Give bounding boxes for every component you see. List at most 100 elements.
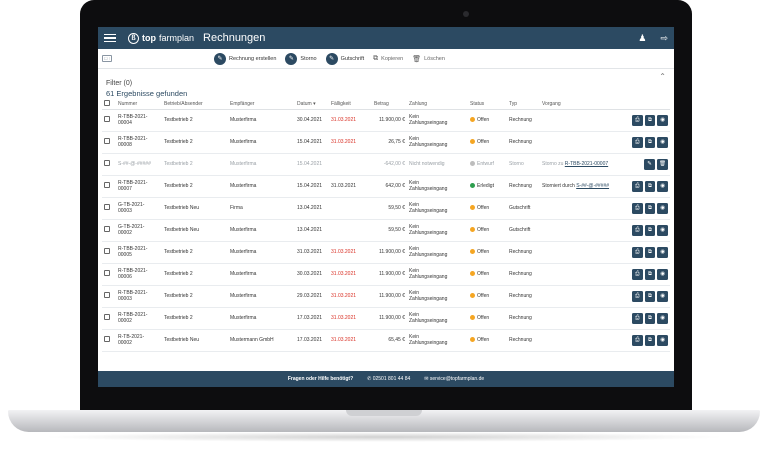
table-row[interactable]: G-TB-2021- 00002 Testbetrieb Neu Musterfirm… [102,219,670,242]
view-icon[interactable]: ◉ [657,114,668,126]
copy-icon[interactable]: ⧉ [644,224,656,236]
view-icon[interactable]: ◉ [657,180,668,192]
print-icon[interactable]: ⎙ [631,290,643,302]
col-faelligkeit[interactable]: Fälligkeit [329,100,372,110]
table-row[interactable]: R-TBB-2021- 00005 Testbetrieb 2 Musterfirma… [102,241,670,264]
row-actions: ⎙ ⧉ ◉ [630,329,670,352]
print-icon[interactable]: ⎙ [631,224,643,236]
copy-icon[interactable]: ⧉ [644,114,656,126]
view-icon[interactable]: ◉ [657,202,668,214]
delete-button[interactable]: 🗑 Löschen [412,55,445,63]
row-checkbox[interactable] [104,181,110,188]
logout-icon[interactable]: ⇨ [660,33,668,44]
trash-icon[interactable]: 🗑 [657,158,668,170]
credit-note-button[interactable]: ✎ Gutschrift [325,52,365,65]
view-icon[interactable]: ◉ [657,268,668,280]
status-dot [470,139,475,145]
table-row[interactable]: R-TB-2021- 00002 Testbetrieb Neu Mustermann… [102,329,670,352]
row-checkbox[interactable] [104,335,110,342]
cell-nummer: G-TB-2021- 00003 [116,197,162,220]
status-dot [470,161,475,167]
view-icon[interactable]: ◉ [657,334,668,346]
row-checkbox[interactable] [104,291,110,298]
linked-document-link[interactable]: R-TBB-2021-00007 [565,161,608,167]
copy-icon[interactable]: ⧉ [644,136,656,148]
view-icon[interactable]: ◉ [657,224,668,236]
col-status[interactable]: Status [468,100,507,110]
table-row[interactable]: R-TBB-2021- 00007 Testbetrieb 2 Musterfirma… [102,175,670,198]
table-row[interactable]: R-TBB-2021- 00006 Testbetrieb 2 Musterfirma… [102,263,670,286]
app-logo[interactable]: ß top farmplan [128,32,194,44]
copy-icon[interactable]: ⧉ [644,180,656,192]
view-icon[interactable]: ◉ [657,136,668,148]
print-icon[interactable]: ⎙ [631,312,643,324]
status-dot [470,271,475,277]
cell-datum: 13.04.2021 [295,219,329,242]
col-empfaenger[interactable]: Empfänger [228,100,295,110]
table-row[interactable]: R-TBB-2021- 00003 Testbetrieb 2 Musterfirma… [102,285,670,308]
row-checkbox[interactable] [104,137,110,144]
print-icon[interactable]: ⎙ [631,114,643,126]
cell-status: Entwurf [468,153,507,176]
copy-icon[interactable]: ⧉ [644,202,656,214]
copy-icon[interactable]: ⧉ [644,290,656,302]
filter-toggle[interactable]: Filter (0) [106,80,132,87]
edit-icon[interactable]: ✎ [644,158,655,170]
view-icon[interactable]: ◉ [657,290,668,302]
copy-icon[interactable]: ⧉ [644,312,656,324]
col-betrieb[interactable]: Betrieb/Absender [162,100,228,110]
cell-betrag: 11.900,00 € [372,263,407,286]
select-all-toggle[interactable]: ☐ ⁝ [102,55,112,62]
row-checkbox[interactable] [104,313,110,320]
col-vorgang[interactable]: Vorgang [540,100,630,110]
chevron-up-icon[interactable]: ⌃ [659,72,666,81]
col-betrag[interactable]: Betrag [372,100,407,110]
table-row[interactable]: R-TBB-2021- 00004 Testbetrieb 2 Musterfirma… [102,109,670,132]
email-contact[interactable]: ✉ service@topfarmplan.de [424,376,484,382]
phone-icon: ✆ [367,376,372,382]
row-actions: ⎙ ⧉ ◉ [630,263,670,286]
row-checkbox[interactable] [104,269,110,276]
select-all-checkbox[interactable] [104,100,110,107]
menu-icon[interactable] [104,33,116,43]
storno-button[interactable]: ✎ Storno [285,52,317,65]
cell-status: Offen [468,329,507,352]
phone-contact[interactable]: ✆ 02501 801 44 84 [367,376,410,382]
view-icon[interactable]: ◉ [657,312,668,324]
row-checkbox[interactable] [104,115,110,122]
cell-typ: Rechnung [507,175,540,198]
print-icon[interactable]: ⎙ [631,136,643,148]
credit-note-label: Gutschrift [340,55,365,62]
cell-zahlung: Kein Zahlungseingang [407,285,468,308]
print-icon[interactable]: ⎙ [631,202,643,214]
cell-vorgang [540,109,630,132]
user-icon[interactable]: ♟ [638,33,646,44]
view-icon[interactable]: ◉ [657,246,668,258]
row-checkbox[interactable] [104,247,110,254]
col-zahlung[interactable]: Zahlung [407,100,468,110]
print-icon[interactable]: ⎙ [631,180,643,192]
linked-document-link[interactable]: S-##-@-##### [576,183,609,189]
print-icon[interactable]: ⎙ [631,334,643,346]
row-checkbox[interactable] [104,225,110,232]
table-row[interactable]: S-##-@-##### Testbetrieb 2 Musterfirma 15.0… [102,153,670,176]
cell-faelligkeit: 31.03.2021 [329,263,372,286]
copy-icon[interactable]: ⧉ [644,268,656,280]
row-checkbox[interactable] [104,203,110,210]
copy-button[interactable]: ⧉ Kopieren [373,55,403,63]
copy-icon[interactable]: ⧉ [644,334,656,346]
col-nummer[interactable]: Nummer [116,100,162,110]
col-datum[interactable]: Datum ▾ [295,100,329,110]
copy-icon[interactable]: ⧉ [644,246,656,258]
table-row[interactable]: R-TBB-2021- 00008 Testbetrieb 2 Musterfirma… [102,131,670,154]
cell-datum: 17.03.2021 [295,329,329,352]
print-icon[interactable]: ⎙ [631,246,643,258]
phone-number: 02501 801 44 84 [372,376,411,382]
col-typ[interactable]: Typ [507,100,540,110]
row-checkbox[interactable] [104,159,110,166]
cell-typ: Gutschrift [507,197,540,220]
table-row[interactable]: R-TBB-2021- 00002 Testbetrieb 2 Musterfirma… [102,307,670,330]
create-invoice-button[interactable]: ✎ Rechnung erstellen [214,52,276,65]
table-row[interactable]: G-TB-2021- 00003 Testbetrieb Neu Firma 13.04… [102,197,670,220]
print-icon[interactable]: ⎙ [631,268,643,280]
